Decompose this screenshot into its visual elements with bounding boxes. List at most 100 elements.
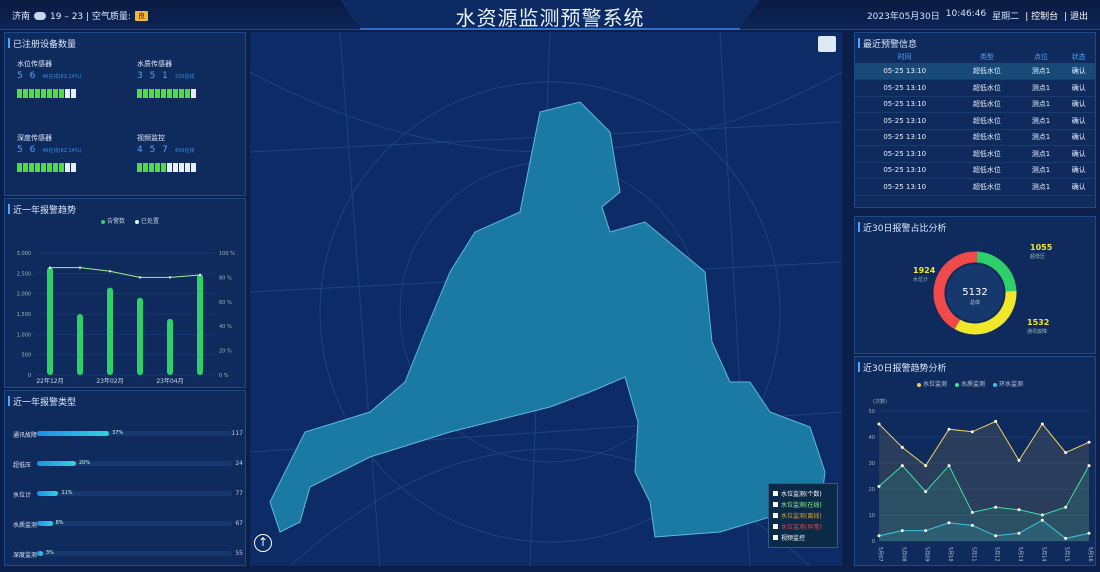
- series-point: [1087, 531, 1091, 535]
- series-point: [947, 427, 951, 431]
- disposed-line: [50, 267, 201, 278]
- bar-segment: [65, 163, 70, 172]
- series-point: [970, 523, 974, 527]
- bar-segment: [161, 89, 166, 98]
- series-point: [970, 430, 974, 434]
- bar-segment: [17, 89, 22, 98]
- table-cell: 超低水位: [954, 63, 1020, 80]
- legend-swatch: [773, 502, 778, 507]
- alarm-trend-chart: 3,000 2,500 2,000 1,500 1,000 500 0 100 % 80 % 60…: [17, 251, 235, 385]
- series-point: [1064, 536, 1068, 540]
- column-header: 点位: [1033, 53, 1048, 61]
- map-legend-item[interactable]: 视频监控: [773, 533, 833, 542]
- series-point: [1087, 440, 1091, 444]
- progress-fill: [37, 521, 53, 526]
- table-cell: 超低水位: [954, 145, 1020, 163]
- bar-segment: [35, 163, 40, 172]
- device-card: 水质传感器 3 5 1 320在线: [137, 59, 237, 98]
- device-name: 水质传感器: [137, 60, 172, 68]
- trend-bar: [167, 318, 173, 375]
- bar-segment: [29, 163, 34, 172]
- series-point: [1017, 531, 1021, 535]
- y-tick-label: 40: [869, 435, 875, 441]
- slice-label: 通讯故障: [1027, 328, 1047, 335]
- map-badge-icon[interactable]: [818, 36, 836, 52]
- map-legend-item[interactable]: 水位监测(离线): [773, 511, 833, 520]
- bar-segment: [65, 89, 70, 98]
- table-row[interactable]: 05-25 13:10 超低水位 测点1 确认: [855, 178, 1095, 196]
- table-cell: 测点1: [1019, 79, 1063, 97]
- online-bar: [17, 163, 117, 172]
- y-tick-label: 2,000: [17, 292, 31, 298]
- bar-segment: [29, 89, 34, 98]
- bar-segment: [155, 163, 160, 172]
- device-count: 5 6 46在线(82.14%): [17, 71, 82, 81]
- bar-segment: [59, 163, 64, 172]
- legend-swatch: [773, 535, 778, 540]
- table-row[interactable]: 05-25 13:10 超低水位 测点1 确认: [855, 112, 1095, 130]
- ratio-panel: 近30日报警占比分析 5132 总体 1055 超低压 1532 通讯故障 1924 水位计: [854, 216, 1096, 354]
- x-tick-label: 5月09: [924, 547, 930, 562]
- temperature: 19 – 23 | 空气质量:: [50, 12, 131, 22]
- device-card: 深度传感器 5 6 46在线(82.14%): [17, 133, 117, 172]
- online-bar: [17, 89, 117, 98]
- panel-title: 近一年报警类型: [5, 395, 245, 409]
- y-tick-label: 3,000: [17, 251, 31, 257]
- table-row[interactable]: 05-25 13:10 超低水位 测点1 确认: [855, 63, 1095, 80]
- bar-segment: [161, 163, 166, 172]
- table-row[interactable]: 05-25 13:10 超低水位 测点1 确认: [855, 79, 1095, 97]
- bar-segment: [185, 89, 190, 98]
- series-point: [900, 529, 904, 533]
- table-row[interactable]: 05-25 13:10 超低水位 测点1 确认: [855, 129, 1095, 146]
- y-tick-label: 2,500: [17, 271, 31, 277]
- map-legend-item[interactable]: 水位监测(在线): [773, 500, 833, 509]
- table-row[interactable]: 05-25 13:10 超低水位 测点1 确认: [855, 162, 1095, 179]
- type-count: 117: [231, 430, 243, 437]
- cloud-icon: [34, 11, 47, 20]
- map-legend: 水位监测(个数) 水位监测(在线) 水位监测(离线) 水位监测(异常) 视频监控: [768, 483, 838, 548]
- series-point: [994, 534, 998, 538]
- series-point: [970, 510, 974, 514]
- map-legend-item[interactable]: 水位监测(个数): [773, 489, 833, 498]
- bar-segment: [149, 163, 154, 172]
- bar-segment: [53, 89, 58, 98]
- column-header: 时间: [897, 53, 912, 61]
- logout-link[interactable]: | 退出: [1064, 9, 1088, 22]
- unit-label: (次数): [873, 398, 887, 405]
- bar-segment: [137, 89, 142, 98]
- x-tick-label: 23年04月: [156, 377, 183, 385]
- panel-title: 最近预警信息: [855, 37, 1095, 51]
- panel-title: 近30日报警占比分析: [855, 221, 1095, 235]
- table-cell: 确认: [1062, 112, 1095, 130]
- console-link[interactable]: | 控制台: [1025, 9, 1058, 22]
- type-count: 67: [235, 520, 243, 527]
- table-row[interactable]: 05-25 13:10 超低水位 测点1 确认: [855, 145, 1095, 163]
- bar-segment: [35, 89, 40, 98]
- progress-track: 8%: [37, 520, 232, 526]
- total-label: 总体: [970, 299, 980, 306]
- bar-segment: [17, 163, 22, 172]
- y-tick-label: 500: [21, 353, 31, 359]
- type-label: 超低压: [13, 462, 32, 469]
- y-right-tick-label: 60 %: [219, 300, 232, 306]
- legend-label: 视频监控: [781, 535, 806, 542]
- table-cell: 超低水位: [954, 129, 1020, 146]
- weekday: 星期二: [992, 12, 1020, 22]
- arrow-up-icon[interactable]: ↑: [254, 534, 272, 552]
- map-legend-item[interactable]: 水位监测(异常): [773, 522, 833, 531]
- legend-swatch: [773, 513, 778, 518]
- series-point: [1087, 464, 1091, 468]
- city-name: 济南: [12, 12, 31, 22]
- table-cell: 05-25 13:10: [855, 79, 955, 97]
- trend30-panel: 近30日报警趋势分析 水位监测 水质监测 环水监测 (次数) 50 40 30 20 10 0 5…: [854, 356, 1096, 566]
- region-shape[interactable]: [269, 101, 826, 538]
- y-tick-label: 50: [869, 409, 875, 415]
- alarm-trend-panel: 近一年报警趋势 告警数 已处置 3,000 2,500 2,000 1,500 1,00…: [4, 198, 246, 388]
- table-row[interactable]: 05-25 13:10 超低水位 测点1 确认: [855, 96, 1095, 113]
- series-point: [1040, 422, 1044, 426]
- online-bar: [137, 89, 237, 98]
- bar-segment: [167, 163, 172, 172]
- table-cell: 确认: [1062, 63, 1095, 80]
- table-cell: 超低水位: [954, 162, 1020, 179]
- map-view[interactable]: ↑ 水位监测(个数) 水位监测(在线) 水位监测(离线) 水位监测(异常) 视频监控: [250, 32, 842, 566]
